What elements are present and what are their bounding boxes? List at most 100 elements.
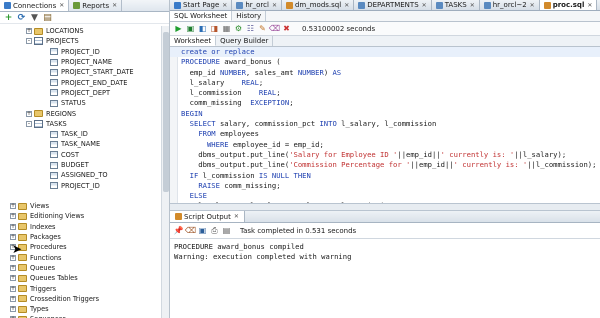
- tree-item[interactable]: + Editioning Views: [0, 211, 162, 221]
- pane-splitter[interactable]: [170, 203, 600, 211]
- tab-history[interactable]: History: [232, 11, 267, 21]
- tree-item[interactable]: + Queues Tables: [0, 273, 162, 283]
- tree-item[interactable]: PROJECT_START_DATE: [0, 67, 162, 77]
- tree-item[interactable]: + REGIONS: [0, 108, 162, 118]
- expand-icon[interactable]: +: [10, 275, 16, 282]
- close-icon[interactable]: ✕: [59, 2, 64, 9]
- column-icon: [50, 58, 58, 66]
- tab-worksheet[interactable]: Worksheet: [170, 36, 217, 46]
- format-icon[interactable]: ✎: [258, 24, 267, 33]
- document-tab[interactable]: hr_orcl ✕: [232, 0, 282, 10]
- filter-icon[interactable]: ▼: [30, 13, 39, 23]
- column-icon: [50, 79, 58, 87]
- tree-item[interactable]: TASK_NAME: [0, 139, 162, 149]
- tree-item[interactable]: - TASKS: [0, 119, 162, 129]
- document-tab[interactable]: Start Page ✕: [170, 0, 233, 10]
- scrollbar-thumb[interactable]: [163, 32, 169, 192]
- eraser-icon[interactable]: ⌫: [185, 226, 196, 235]
- column-icon: [50, 151, 58, 159]
- tree-scrollbar[interactable]: [161, 26, 169, 318]
- tree-item[interactable]: + Triggers: [0, 283, 162, 293]
- folder-icon: [18, 285, 27, 293]
- tree-item[interactable]: + LOCATIONS: [0, 26, 162, 36]
- close-icon[interactable]: ✕: [422, 2, 427, 9]
- run-script-icon[interactable]: ▣: [186, 24, 195, 33]
- clear-output-icon[interactable]: ▤: [222, 226, 231, 235]
- close-icon[interactable]: ✕: [530, 2, 535, 9]
- tree-item[interactable]: - PROJECTS: [0, 36, 162, 46]
- clear-icon[interactable]: ⌫: [269, 24, 280, 33]
- expand-icon[interactable]: +: [10, 223, 16, 230]
- close-icon[interactable]: ✕: [587, 2, 592, 9]
- tree-item[interactable]: COST: [0, 150, 162, 160]
- tree-item[interactable]: PROJECT_NAME: [0, 57, 162, 67]
- script-output-text[interactable]: PROCEDURE award_bonus compiled Warning: e…: [170, 239, 600, 318]
- sql-editor[interactable]: create or replace PROCEDURE award_bonus (…: [170, 47, 600, 203]
- expand-icon[interactable]: +: [26, 110, 32, 117]
- expand-icon[interactable]: +: [10, 213, 16, 220]
- explain-plan-icon[interactable]: ▦: [222, 24, 231, 33]
- collapse-icon[interactable]: -: [26, 38, 32, 45]
- schema-browser-icon[interactable]: ▤: [43, 13, 52, 23]
- tab-query-builder[interactable]: Query Builder: [216, 36, 274, 46]
- autotrace-icon[interactable]: ⚙: [234, 24, 243, 33]
- tree-item[interactable]: BUDGET: [0, 160, 162, 170]
- refresh-icon[interactable]: ⟳: [17, 13, 26, 23]
- collapse-icon[interactable]: -: [26, 120, 32, 127]
- expand-icon[interactable]: +: [10, 234, 16, 241]
- close-icon[interactable]: ✕: [112, 2, 117, 9]
- tree-item-label: PROJECT_START_DATE: [61, 68, 134, 77]
- print-icon[interactable]: ⎙: [210, 226, 219, 235]
- tree-item[interactable]: + Queues: [0, 263, 162, 273]
- tree-item-label: PROJECT_ID: [61, 181, 100, 190]
- tree-item[interactable]: STATUS: [0, 98, 162, 108]
- close-icon[interactable]: ✕: [344, 2, 349, 9]
- tree-item[interactable]: + Packages: [0, 232, 162, 242]
- document-tab[interactable]: hr_orcl~2 ✕: [480, 0, 540, 10]
- pin-icon[interactable]: 📌: [174, 226, 184, 235]
- document-tab[interactable]: TASKS ✕: [432, 0, 480, 10]
- tree-item[interactable]: + Types: [0, 304, 162, 314]
- tree-item[interactable]: + Functions: [0, 253, 162, 263]
- tab-sql-worksheet[interactable]: SQL Worksheet: [170, 11, 233, 21]
- tab-script-output[interactable]: Script Output ✕: [170, 211, 245, 222]
- close-icon[interactable]: ✕: [272, 2, 277, 9]
- run-statement-icon[interactable]: ▶: [174, 24, 183, 33]
- tree-item[interactable]: PROJECT_END_DATE: [0, 77, 162, 87]
- tree-item[interactable]: PROJECT_ID: [0, 47, 162, 57]
- expand-icon[interactable]: +: [10, 203, 16, 210]
- expand-icon[interactable]: +: [10, 264, 16, 271]
- sql-tuning-icon[interactable]: ☷: [246, 24, 255, 33]
- document-tab[interactable]: dm_mods.sql ✕: [282, 0, 355, 10]
- expand-icon[interactable]: +: [26, 28, 32, 35]
- tree-item[interactable]: ASSIGNED_TO: [0, 170, 162, 180]
- tree-item[interactable]: + Views: [0, 201, 162, 211]
- tree-item[interactable]: [0, 191, 162, 201]
- close-icon[interactable]: ✕: [234, 213, 239, 220]
- document-tab[interactable]: DEPARTMENTS ✕: [354, 0, 432, 10]
- tree-item[interactable]: + Indexes: [0, 222, 162, 232]
- expand-icon[interactable]: +: [10, 285, 16, 292]
- editor-area: Start Page ✕ hr_orcl ✕ dm_mods.sql ✕ DEPARTMEN…: [170, 0, 600, 318]
- close-icon[interactable]: ✕: [222, 2, 227, 9]
- tree-item[interactable]: PROJECT_DEPT: [0, 88, 162, 98]
- history-icon[interactable]: ✖: [282, 24, 291, 33]
- close-icon[interactable]: ✕: [470, 2, 475, 9]
- tree-item[interactable]: + Crossedition Triggers: [0, 294, 162, 304]
- expand-icon[interactable]: +: [10, 306, 16, 313]
- tab-reports[interactable]: Reports ✕: [69, 0, 123, 11]
- tree-item-label: PROJECT_DEPT: [61, 88, 111, 97]
- document-icon: [483, 1, 491, 9]
- commit-icon[interactable]: ◧: [198, 24, 207, 33]
- folder-icon: [18, 223, 27, 231]
- tree-item[interactable]: +Sequences: [0, 314, 162, 318]
- tree-item[interactable]: TASK_ID: [0, 129, 162, 139]
- expand-icon[interactable]: +: [10, 295, 16, 302]
- tree-item[interactable]: PROJECT_ID: [0, 180, 162, 190]
- tree-item[interactable]: + Procedures: [0, 242, 162, 252]
- add-connection-icon[interactable]: +: [4, 13, 13, 23]
- tab-connections[interactable]: Connections ✕: [0, 0, 70, 11]
- save-icon[interactable]: ▣: [198, 226, 207, 235]
- document-tab[interactable]: proc.sql ✕: [539, 0, 598, 10]
- rollback-icon[interactable]: ◨: [210, 24, 219, 33]
